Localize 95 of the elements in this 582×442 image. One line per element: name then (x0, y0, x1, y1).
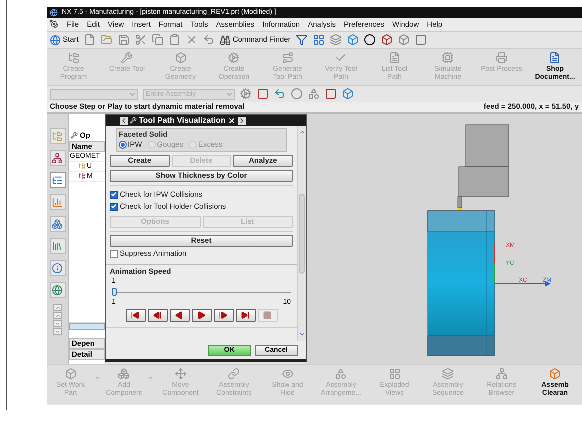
new-file-icon (84, 34, 96, 46)
playback-button[interactable] (170, 309, 190, 322)
open-folder-icon (100, 34, 113, 46)
wrench-icon (71, 132, 78, 139)
play-icon (197, 311, 206, 320)
resource-tab[interactable] (50, 194, 66, 210)
cube-icon (64, 368, 77, 380)
globe-icon (50, 34, 61, 46)
check-icon (335, 52, 348, 64)
scroll-up-icon[interactable] (298, 129, 306, 136)
layers-icon (442, 368, 454, 380)
circle-icon (291, 88, 303, 100)
eye-icon (282, 368, 294, 380)
network-icon (496, 368, 508, 380)
checkbox[interactable] (110, 202, 118, 210)
playback-button[interactable] (236, 309, 256, 322)
bar-chart-icon (52, 196, 63, 208)
document-icon (388, 52, 401, 64)
cube-icon (342, 88, 354, 100)
playback-button[interactable] (126, 309, 146, 322)
start-icon (131, 311, 140, 320)
resource-tab[interactable] (50, 216, 66, 232)
cubes-icon (118, 368, 130, 380)
playback-button[interactable] (192, 309, 212, 322)
books-icon (52, 240, 63, 252)
arrow-icon (274, 88, 286, 100)
undo-icon (202, 34, 215, 46)
square-icon (414, 34, 427, 46)
playback-button[interactable] (148, 309, 168, 322)
chevron-left-icon[interactable] (120, 116, 128, 124)
shapes-icon (308, 88, 320, 100)
grid-icon (388, 368, 401, 380)
shapes-icon (335, 368, 348, 380)
radio-button[interactable] (119, 140, 127, 148)
playback-button[interactable] (214, 309, 234, 322)
layers-icon (330, 34, 342, 46)
dialog-title: Tool Path Visualization (139, 116, 226, 124)
resource-tab[interactable] (50, 150, 66, 166)
view-icon (312, 34, 325, 46)
chevron-right-icon[interactable] (238, 116, 246, 124)
folder-tree-icon (68, 52, 80, 64)
move-icon (174, 368, 187, 380)
circle-icon (364, 34, 376, 46)
scroll-down-icon[interactable] (298, 331, 306, 338)
scroll-button[interactable] (53, 312, 62, 319)
vertical-scrollbar[interactable] (297, 126, 306, 341)
document-icon (549, 52, 562, 64)
resource-tab[interactable] (50, 238, 66, 254)
step-back-icon (153, 311, 162, 320)
coordinate-axes (494, 244, 551, 287)
cubes-icon (52, 218, 63, 230)
wrench-icon (121, 52, 134, 64)
stop-icon (263, 311, 272, 320)
cube-icon (549, 368, 562, 380)
folder-tree-icon (52, 130, 63, 142)
copy-icon (152, 34, 164, 46)
scroll-button[interactable] (53, 304, 62, 311)
resource-tab[interactable] (50, 260, 66, 276)
resource-tab[interactable] (50, 172, 66, 188)
resource-tab[interactable] (50, 282, 66, 298)
cube-icon (380, 34, 393, 46)
list-tree-icon (52, 174, 63, 186)
delete-icon (186, 34, 198, 46)
checkbox[interactable] (110, 190, 118, 198)
step-icon (219, 311, 228, 320)
scroll-button[interactable] (53, 328, 62, 335)
cube-icon (398, 34, 410, 46)
cut-icon (134, 34, 147, 46)
tree-node-icon (79, 163, 86, 170)
printer-icon (496, 52, 508, 64)
filter-icon (296, 34, 308, 46)
save-icon (118, 34, 130, 46)
checkbox[interactable] (110, 250, 118, 258)
wrench-icon (130, 117, 137, 124)
cube-icon (174, 52, 187, 64)
gear-icon (240, 88, 252, 100)
network-icon (52, 152, 63, 164)
globe-icon (52, 284, 63, 296)
close-icon[interactable] (228, 116, 236, 124)
play-back-icon (175, 311, 184, 320)
slider-track[interactable] (112, 288, 291, 296)
scroll-button[interactable] (53, 320, 62, 327)
info-icon (52, 262, 63, 274)
app-logo-icon (50, 8, 58, 16)
binoculars-icon (220, 34, 231, 46)
link-icon (228, 368, 240, 380)
cube-icon (346, 34, 359, 46)
chip-icon (442, 52, 454, 64)
tree-node-icon (79, 173, 86, 180)
end-icon (241, 311, 250, 320)
route-icon (282, 52, 294, 64)
horizontal-scrollbar[interactable] (69, 323, 105, 330)
slider-thumb[interactable] (112, 288, 117, 296)
paste-icon (168, 34, 181, 46)
gear-icon (228, 52, 240, 64)
